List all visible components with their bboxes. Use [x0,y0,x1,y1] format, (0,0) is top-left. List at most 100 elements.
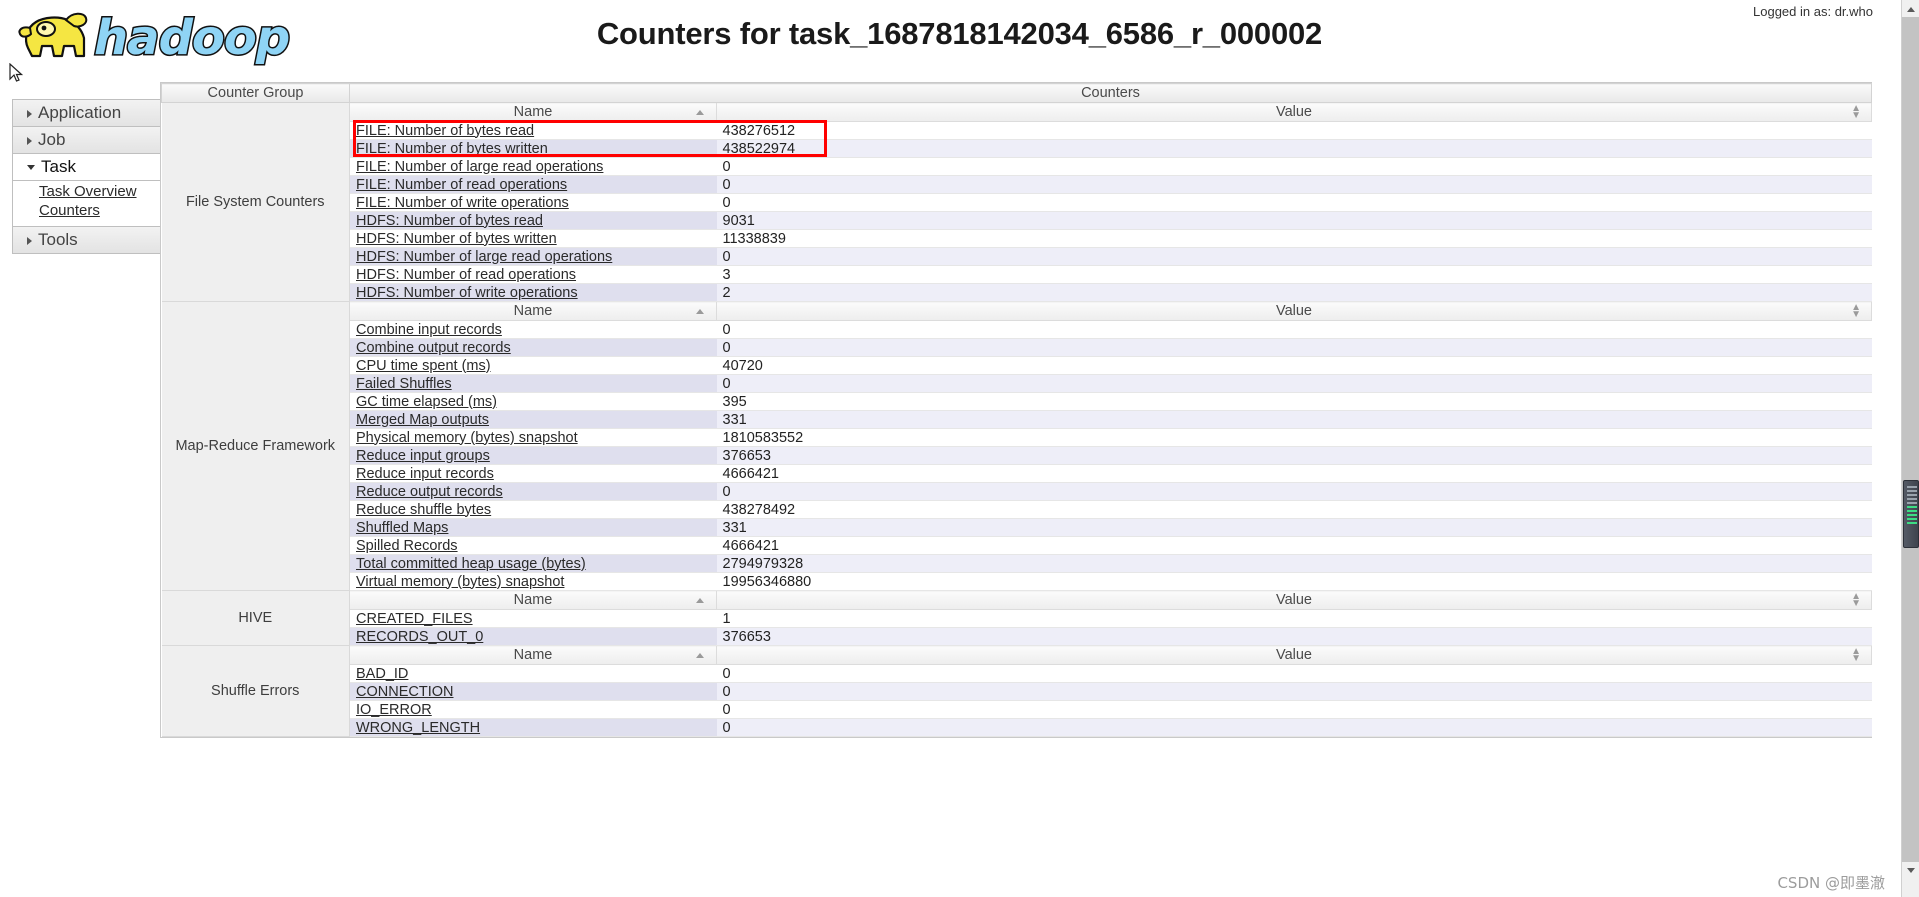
sidebar-item-tools[interactable]: Tools [12,226,179,254]
counter-name-link[interactable]: Combine input records [356,322,502,338]
counter-name-link[interactable]: Reduce shuffle bytes [356,502,491,518]
counter-name-link[interactable]: IO_ERROR [356,702,432,718]
counter-name-link[interactable]: CREATED_FILES [356,611,473,627]
vertical-scrollbar[interactable] [1901,0,1919,897]
column-header-name[interactable]: Name [349,590,717,610]
counter-name-link[interactable]: CPU time spent (ms) [356,358,491,374]
counter-value-cell: 2 [716,283,1872,302]
scrollbar-thumb[interactable] [1903,480,1919,548]
table-row: GC time elapsed (ms) 395 [162,392,1872,411]
counter-value-cell: 0 [716,175,1872,194]
counter-value-cell: 0 [716,700,1872,719]
counter-name-link[interactable]: FILE: Number of write operations [356,195,569,211]
counter-name-link[interactable]: CONNECTION [356,684,453,700]
table-row: Merged Map outputs 331 [162,410,1872,429]
counter-value-cell: 1 [716,609,1872,628]
counter-name-link[interactable]: FILE: Number of bytes read [356,123,534,139]
sidebar-item-task[interactable]: Task [12,153,179,181]
counter-name-link[interactable]: Failed Shuffles [356,376,452,392]
counter-name-cell: Total committed heap usage (bytes) [349,554,717,573]
counter-name-link[interactable]: HDFS: Number of large read operations [356,249,612,265]
column-header-name[interactable]: Name [349,102,717,122]
sort-ascending-icon [696,110,704,115]
counter-name-link[interactable]: Reduce input groups [356,448,490,464]
header-counters[interactable]: Counters [349,83,1872,103]
sidebar-link-counters[interactable]: Counters [39,201,178,220]
counters-table: Counter Group Counters File System Count… [161,83,1872,737]
scrollbar-thumb-grip-icon [1907,486,1917,544]
counter-name-link[interactable]: Combine output records [356,340,511,356]
table-row: FILE: Number of bytes written 438522974 [162,139,1872,158]
table-row: HDFS: Number of read operations 3 [162,265,1872,284]
column-header-value[interactable]: Value ▲ ▼ [716,102,1872,122]
counter-name-cell: Virtual memory (bytes) snapshot [349,572,717,591]
table-row: CONNECTION 0 [162,682,1872,701]
counter-name-cell: FILE: Number of large read operations [349,157,717,176]
table-row: IO_ERROR 0 [162,700,1872,719]
counter-value-cell: 376653 [716,446,1872,465]
counter-value-cell: 0 [716,338,1872,357]
counter-value-cell: 0 [716,664,1872,683]
counter-value-cell: 9031 [716,211,1872,230]
counter-name-cell: HDFS: Number of bytes read [349,211,717,230]
header-counter-group[interactable]: Counter Group [161,83,350,103]
counter-name-link[interactable]: BAD_ID [356,666,408,682]
counter-name-cell: WRONG_LENGTH [349,718,717,737]
counter-value-cell: 4666421 [716,536,1872,555]
counter-value-cell: 4666421 [716,464,1872,483]
counter-name-link[interactable]: HDFS: Number of write operations [356,285,578,301]
counter-name-link[interactable]: FILE: Number of large read operations [356,159,603,175]
column-header-value[interactable]: Value ▲ ▼ [716,590,1872,610]
counter-name-link[interactable]: Virtual memory (bytes) snapshot [356,574,564,590]
table-row: FILE: Number of bytes read 438276512 [162,121,1872,140]
counter-name-link[interactable]: Physical memory (bytes) snapshot [356,430,578,446]
counter-name-link[interactable]: HDFS: Number of bytes read [356,213,543,229]
counter-name-link[interactable]: FILE: Number of read operations [356,177,567,193]
sidebar-item-label: Job [38,130,66,149]
scrollbar-track[interactable] [1902,17,1919,862]
counter-name-link[interactable]: Spilled Records [356,538,458,554]
sort-both-icon: ▲ ▼ [1851,302,1861,320]
counter-name-link[interactable]: FILE: Number of bytes written [356,141,548,157]
sidebar-item-label: Tools [38,230,78,249]
counter-name-cell: Merged Map outputs [349,410,717,429]
counter-name-link[interactable]: Reduce output records [356,484,503,500]
sidebar-item-job[interactable]: Job [12,126,179,154]
counter-value-cell: 0 [716,374,1872,393]
counter-name-cell: FILE: Number of write operations [349,193,717,212]
table-row: CPU time spent (ms) 40720 [162,356,1872,375]
counter-name-cell: Combine input records [349,320,717,339]
column-header-name[interactable]: Name [349,301,717,321]
table-row: Spilled Records 4666421 [162,536,1872,555]
counter-name-link[interactable]: WRONG_LENGTH [356,720,480,736]
counter-name-cell: RECORDS_OUT_0 [349,627,717,646]
sidebar-link-task-overview[interactable]: Task Overview [39,182,178,201]
scroll-up-arrow-icon[interactable] [1902,0,1919,17]
counter-name-link[interactable]: Shuffled Maps [356,520,448,536]
counter-group-block: Shuffle Errors Name Value ▲ ▼ [161,645,1872,737]
counter-name-link[interactable]: RECORDS_OUT_0 [356,629,483,645]
counter-name-cell: Reduce input groups [349,446,717,465]
counter-name-cell: FILE: Number of read operations [349,175,717,194]
table-row: RECORDS_OUT_0 376653 [162,627,1872,646]
sidebar-item-label: Application [38,103,122,122]
counter-name-link[interactable]: HDFS: Number of read operations [356,267,576,283]
column-header-value[interactable]: Value ▲ ▼ [716,301,1872,321]
counter-group-block: HIVE Name Value ▲ ▼ [161,590,1872,646]
column-header-value[interactable]: Value ▲ ▼ [716,645,1872,665]
scroll-down-arrow-icon[interactable] [1902,862,1919,879]
counter-name-link[interactable]: Merged Map outputs [356,412,489,428]
counter-name-cell: Reduce shuffle bytes [349,500,717,519]
column-header-name[interactable]: Name [349,645,717,665]
counter-value-cell: 376653 [716,627,1872,646]
sidebar-item-application[interactable]: Application [12,99,179,127]
chevron-right-icon [27,109,32,118]
counter-value-cell: 438276512 [716,121,1872,140]
counter-name-cell: Failed Shuffles [349,374,717,393]
counter-name-link[interactable]: Total committed heap usage (bytes) [356,556,586,572]
table-header: Counter Group Counters [161,83,1872,103]
sort-ascending-icon [696,309,704,314]
counter-name-link[interactable]: GC time elapsed (ms) [356,394,497,410]
counter-name-link[interactable]: HDFS: Number of bytes written [356,231,557,247]
counter-name-link[interactable]: Reduce input records [356,466,494,482]
